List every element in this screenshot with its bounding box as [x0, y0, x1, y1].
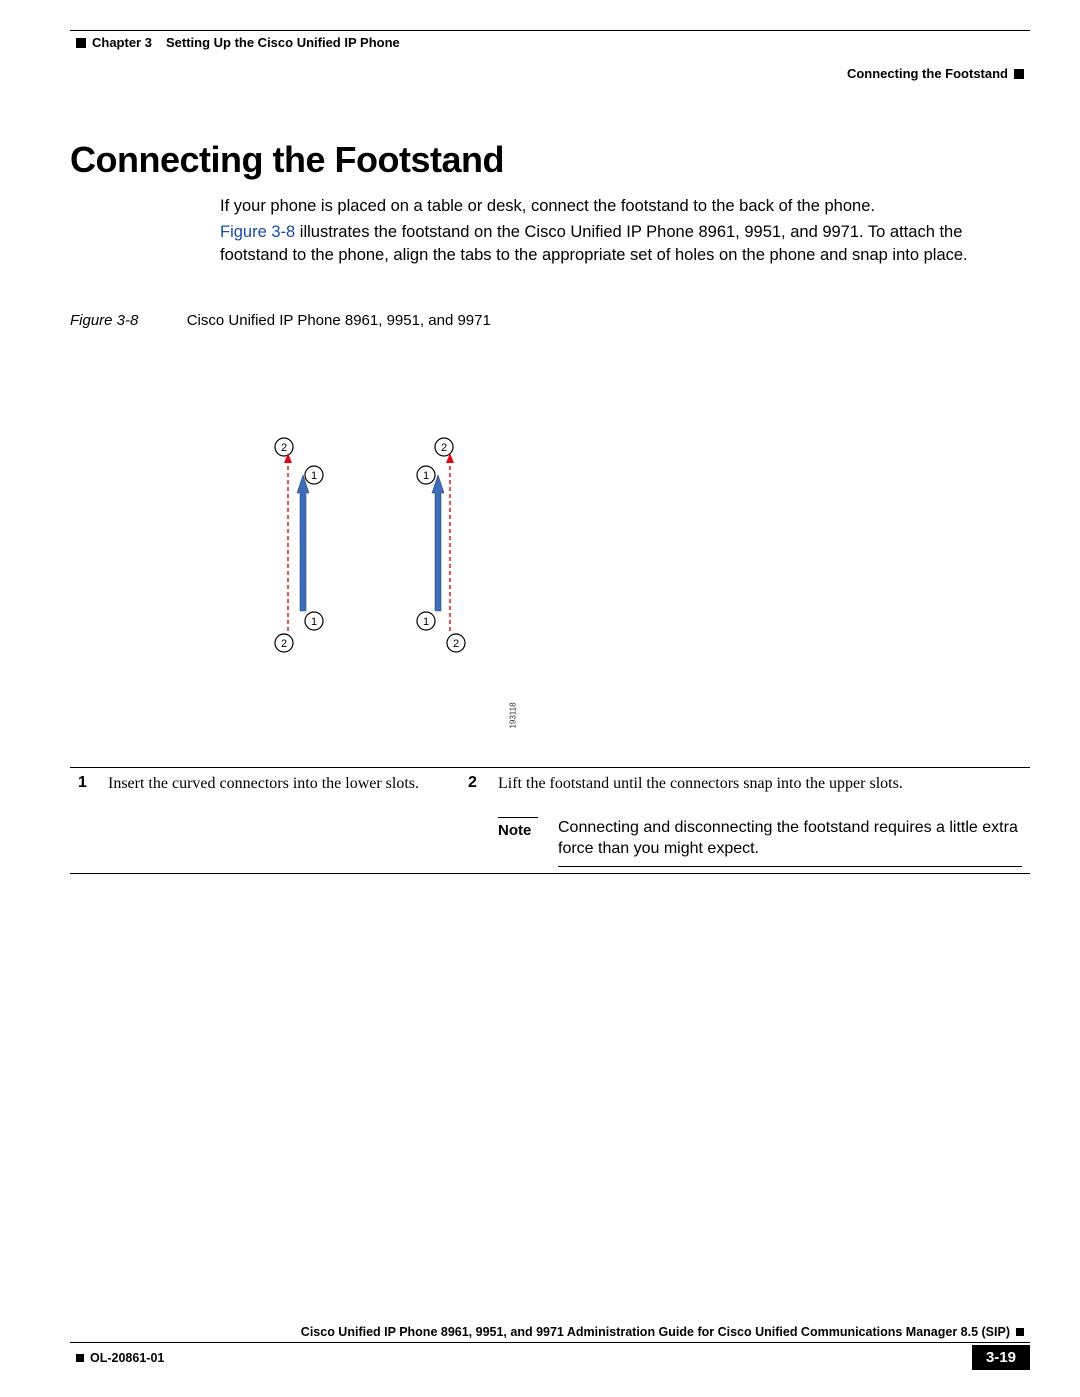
note-text: Connecting and disconnecting the footsta…	[558, 817, 1022, 867]
footer-guide-title: Cisco Unified IP Phone 8961, 9951, and 9…	[301, 1325, 1010, 1339]
block-icon	[76, 1354, 84, 1362]
figure-diagram: 2 1 1 2 2 1 1 2	[206, 345, 1030, 723]
page-title: Connecting the Footstand	[70, 139, 1030, 181]
figure-link[interactable]: Figure 3-8	[220, 223, 295, 241]
header-chapter: Chapter 3 Setting Up the Cisco Unified I…	[70, 35, 400, 50]
intro-paragraph-1: If your phone is placed on a table or de…	[220, 195, 1030, 217]
block-icon	[76, 38, 86, 48]
block-icon	[1016, 1328, 1024, 1336]
header-section: Connecting the Footstand	[70, 66, 1030, 81]
page-footer: Cisco Unified IP Phone 8961, 9951, and 9…	[70, 1325, 1030, 1370]
svg-text:1: 1	[423, 470, 429, 482]
callout-cell-2: Lift the footstand until the connectors …	[490, 767, 1030, 873]
page-number: 3-19	[972, 1345, 1030, 1370]
intro-paragraph-2: Figure 3-8 illustrates the footstand on …	[220, 221, 1030, 266]
callout-text-1: Insert the curved connectors into the lo…	[100, 767, 460, 873]
svg-text:1: 1	[311, 470, 317, 482]
svg-text:2: 2	[453, 638, 459, 650]
intro-paragraph-2-text: illustrates the footstand on the Cisco U…	[220, 223, 968, 263]
figure-label: Figure 3-8	[70, 312, 138, 329]
svg-text:1: 1	[423, 616, 429, 628]
footer-doc-id: OL-20861-01	[90, 1351, 164, 1365]
svg-text:2: 2	[281, 638, 287, 650]
figure-id: 193118	[508, 702, 517, 728]
figure-caption-text: Cisco Unified IP Phone 8961, 9951, and 9…	[187, 312, 491, 329]
svg-text:2: 2	[441, 442, 447, 454]
figure-caption: Figure 3-8 Cisco Unified IP Phone 8961, …	[70, 312, 1030, 329]
callout-num-1: 1	[70, 767, 100, 873]
note-label: Note	[498, 822, 531, 839]
block-icon	[1014, 69, 1024, 79]
section-title: Connecting the Footstand	[847, 66, 1008, 81]
note-block: Note Connecting and disconnecting the fo…	[498, 817, 1022, 867]
page-header: Chapter 3 Setting Up the Cisco Unified I…	[70, 30, 1030, 81]
callout-table: 1 Insert the curved connectors into the …	[70, 767, 1030, 874]
chapter-label: Chapter 3	[92, 35, 152, 50]
table-row: 1 Insert the curved connectors into the …	[70, 767, 1030, 873]
callout-text-2: Lift the footstand until the connectors …	[498, 774, 1022, 795]
svg-text:1: 1	[311, 616, 317, 628]
chapter-title: Setting Up the Cisco Unified IP Phone	[166, 35, 400, 50]
callout-num-2: 2	[460, 767, 490, 873]
svg-text:2: 2	[281, 442, 287, 454]
